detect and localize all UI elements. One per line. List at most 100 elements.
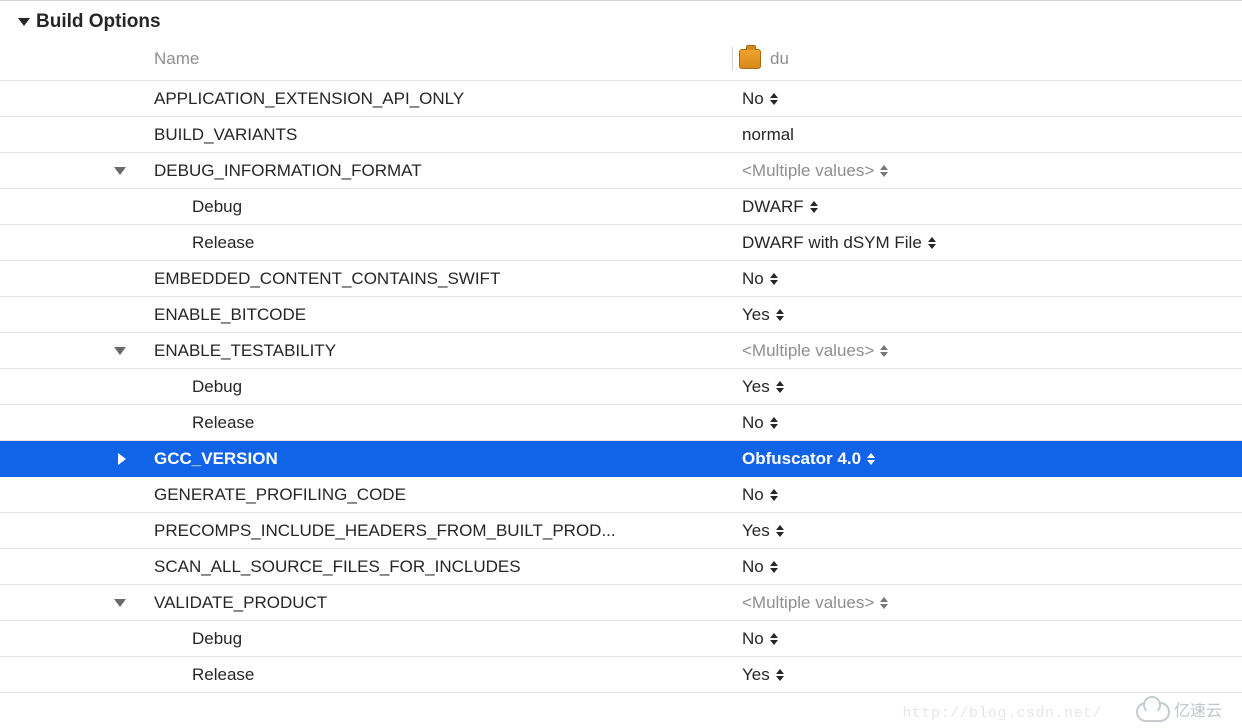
row-gutter <box>0 167 132 175</box>
setting-row-debug-info-debug[interactable]: Debug DWARF <box>0 189 1242 225</box>
setting-row-gcc-version[interactable]: GCC_VERSION Obfuscator 4.0 <box>0 441 1242 477</box>
setting-value-text: normal <box>742 125 794 145</box>
ghost-url: http://blog.csdn.net/ <box>902 705 1102 722</box>
setting-value-text: Obfuscator 4.0 <box>742 449 861 469</box>
settings-table: APPLICATION_EXTENSION_API_ONLYNoBUILD_VA… <box>0 81 1242 693</box>
stepper-icon[interactable] <box>770 417 778 429</box>
setting-value[interactable]: Yes <box>732 665 784 685</box>
setting-row-debug-info[interactable]: DEBUG_INFORMATION_FORMAT <Multiple values… <box>0 153 1242 189</box>
stepper-icon[interactable] <box>776 381 784 393</box>
setting-value-text: Yes <box>742 305 770 325</box>
stepper-icon[interactable] <box>810 201 818 213</box>
setting-name: Release <box>132 665 732 685</box>
setting-value[interactable]: No <box>732 413 778 433</box>
setting-value[interactable]: Yes <box>732 305 784 325</box>
stepper-icon[interactable] <box>880 345 888 357</box>
watermark: 亿速云 <box>1136 697 1222 722</box>
setting-row-precomps[interactable]: PRECOMPS_INCLUDE_HEADERS_FROM_BUILT_PROD… <box>0 513 1242 549</box>
stepper-icon[interactable] <box>776 309 784 321</box>
setting-name: GCC_VERSION <box>132 449 732 469</box>
setting-row-validate-product[interactable]: VALIDATE_PRODUCT<Multiple values> <box>0 585 1242 621</box>
setting-name: SCAN_ALL_SOURCE_FILES_FOR_INCLUDES <box>132 557 732 577</box>
setting-row-app-ext[interactable]: APPLICATION_EXTENSION_API_ONLYNo <box>0 81 1242 117</box>
stepper-icon[interactable] <box>928 237 936 249</box>
setting-value-text: No <box>742 269 764 289</box>
setting-row-validate-product-release[interactable]: Release Yes <box>0 657 1242 693</box>
setting-row-enable-testability[interactable]: ENABLE_TESTABILITY<Multiple values> <box>0 333 1242 369</box>
setting-name: EMBEDDED_CONTENT_CONTAINS_SWIFT <box>132 269 732 289</box>
setting-name: Debug <box>132 377 732 397</box>
setting-row-debug-info-release[interactable]: Release DWARF with dSYM File <box>0 225 1242 261</box>
disclosure-down-icon[interactable] <box>114 599 126 607</box>
setting-name: APPLICATION_EXTENSION_API_ONLY <box>132 89 732 109</box>
stepper-icon[interactable] <box>770 93 778 105</box>
stepper-icon[interactable] <box>880 597 888 609</box>
disclosure-right-icon[interactable] <box>118 453 126 465</box>
setting-value-text: DWARF with dSYM File <box>742 233 922 253</box>
setting-name: Release <box>132 413 732 433</box>
setting-name: Debug <box>132 629 732 649</box>
setting-value-text: Yes <box>742 521 770 541</box>
setting-name: Release <box>132 233 732 253</box>
setting-value-text: Yes <box>742 377 770 397</box>
setting-value-text: DWARF <box>742 197 804 217</box>
disclosure-down-icon[interactable] <box>114 347 126 355</box>
stepper-icon[interactable] <box>770 489 778 501</box>
setting-value[interactable]: <Multiple values> <box>732 341 888 361</box>
stepper-icon[interactable] <box>770 273 778 285</box>
setting-value[interactable]: <Multiple values> <box>732 593 888 613</box>
setting-row-scan-all[interactable]: SCAN_ALL_SOURCE_FILES_FOR_INCLUDES No <box>0 549 1242 585</box>
row-gutter <box>0 599 132 607</box>
setting-value[interactable]: DWARF <box>732 197 818 217</box>
setting-value[interactable]: Obfuscator 4.0 <box>732 449 875 469</box>
stepper-icon[interactable] <box>776 669 784 681</box>
setting-row-embedded-swift[interactable]: EMBEDDED_CONTENT_CONTAINS_SWIFT No <box>0 261 1242 297</box>
setting-value[interactable]: No <box>732 557 778 577</box>
setting-row-enable-bitcode[interactable]: ENABLE_BITCODE Yes <box>0 297 1242 333</box>
setting-value[interactable]: <Multiple values> <box>732 161 888 181</box>
setting-name: DEBUG_INFORMATION_FORMAT <box>132 161 732 181</box>
setting-value-text: <Multiple values> <box>742 161 874 181</box>
setting-name: VALIDATE_PRODUCT <box>132 593 732 613</box>
setting-row-validate-product-debug[interactable]: Debug No <box>0 621 1242 657</box>
column-target: du <box>732 47 789 71</box>
disclosure-down-icon <box>18 18 30 26</box>
stepper-icon[interactable] <box>770 633 778 645</box>
setting-value[interactable]: normal <box>732 125 794 145</box>
row-gutter <box>0 347 132 355</box>
setting-value-text: No <box>742 629 764 649</box>
stepper-icon[interactable] <box>776 525 784 537</box>
row-gutter <box>0 453 132 465</box>
setting-row-enable-testability-debug[interactable]: Debug Yes <box>0 369 1242 405</box>
setting-value-text: Yes <box>742 665 770 685</box>
setting-value[interactable]: DWARF with dSYM File <box>732 233 936 253</box>
section-title: Build Options <box>36 11 161 33</box>
setting-value[interactable]: Yes <box>732 521 784 541</box>
setting-value-text: <Multiple values> <box>742 341 874 361</box>
setting-value[interactable]: No <box>732 89 778 109</box>
setting-name: PRECOMPS_INCLUDE_HEADERS_FROM_BUILT_PROD… <box>132 521 732 541</box>
setting-value-text: No <box>742 485 764 505</box>
stepper-icon[interactable] <box>880 165 888 177</box>
setting-value-text: No <box>742 557 764 577</box>
stepper-icon[interactable] <box>770 561 778 573</box>
setting-value-text: No <box>742 413 764 433</box>
setting-value[interactable]: No <box>732 629 778 649</box>
setting-row-gen-profiling[interactable]: GENERATE_PROFILING_CODE No <box>0 477 1242 513</box>
setting-row-enable-testability-release[interactable]: Release No <box>0 405 1242 441</box>
target-name: du <box>770 49 789 69</box>
setting-value[interactable]: No <box>732 269 778 289</box>
briefcase-icon <box>739 49 761 69</box>
setting-name: Debug <box>132 197 732 217</box>
setting-name: ENABLE_BITCODE <box>132 305 732 325</box>
disclosure-down-icon[interactable] <box>114 167 126 175</box>
setting-value[interactable]: Yes <box>732 377 784 397</box>
section-header[interactable]: Build Options <box>0 1 1242 41</box>
setting-value[interactable]: No <box>732 485 778 505</box>
stepper-icon[interactable] <box>867 453 875 465</box>
column-header: Name du <box>0 41 1242 81</box>
setting-row-build-variants[interactable]: BUILD_VARIANTSnormal <box>0 117 1242 153</box>
setting-name: GENERATE_PROFILING_CODE <box>132 485 732 505</box>
cloud-icon <box>1136 702 1170 722</box>
column-name: Name <box>0 49 732 69</box>
